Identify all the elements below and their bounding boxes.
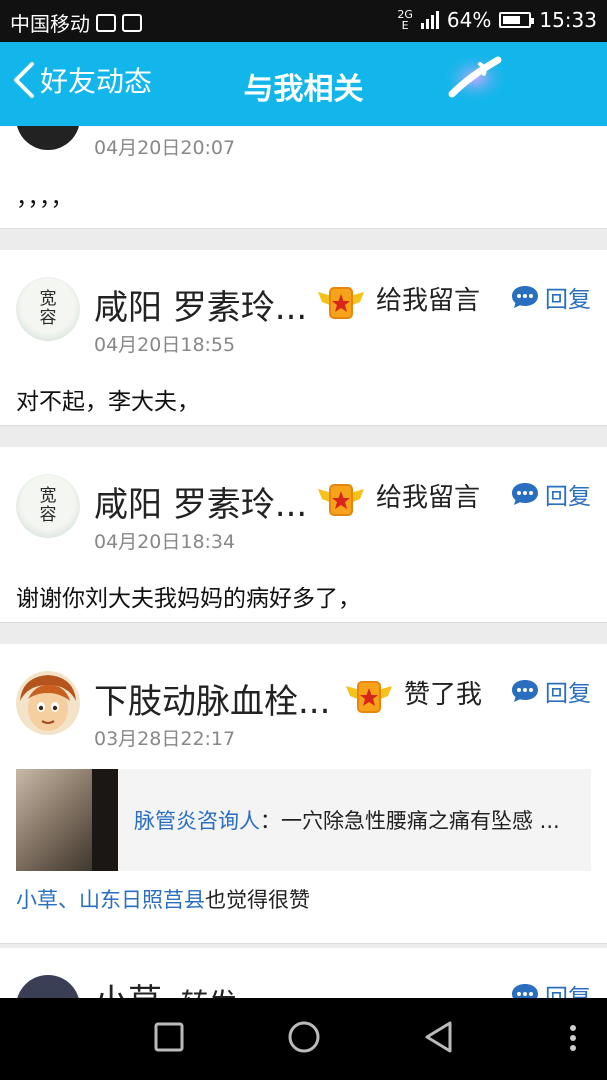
clock: 15:33 <box>539 8 597 32</box>
feed-list[interactable]: 04月20日20:07 ，，，， 宽 容 咸阳 罗素玲... 给我留言 回复 0… <box>0 126 607 998</box>
post-content: ，，，， <box>16 185 74 211</box>
back-nav-icon[interactable] <box>424 1020 454 1054</box>
network-type-indicator: 2G E <box>397 9 413 31</box>
vip-badge-icon <box>318 484 364 516</box>
quoted-post-text: 脉管炎咨询人：一穴除急性腰痛之痛有坠感 ... <box>134 805 560 835</box>
post-content: 对不起，李大夫， <box>16 389 200 415</box>
quoted-post[interactable]: 脉管炎咨询人：一穴除急性腰痛之痛有坠感 ... <box>16 769 591 871</box>
home-icon[interactable] <box>287 1020 321 1054</box>
feed-item[interactable]: 宽 容 咸阳 罗素玲... 给我留言 回复 04月20日18:34 谢谢你刘大夫… <box>0 447 607 623</box>
likes-suffix: 也觉得很赞 <box>205 888 310 912</box>
system-navigation-bar <box>0 998 607 1080</box>
battery-percent: 64% <box>446 8 492 32</box>
avatar-char: 宽 <box>39 289 57 309</box>
avatar-char: 容 <box>39 505 57 525</box>
avatar-char: 宽 <box>39 486 57 506</box>
user-name[interactable]: 小草 <box>94 982 162 998</box>
avatar[interactable] <box>16 975 80 998</box>
post-content: 谢谢你刘大夫我妈妈的病好多了， <box>16 586 361 612</box>
user-name[interactable]: 咸阳 罗素玲... <box>94 477 307 526</box>
avatar[interactable]: 宽 容 <box>16 474 80 538</box>
reply-button[interactable]: 回复 <box>511 978 591 998</box>
page-title: 与我相关 <box>243 72 364 107</box>
recent-apps-icon[interactable] <box>154 1022 184 1052</box>
action-text: 给我留言 <box>376 286 481 316</box>
glow-decoration-icon <box>441 52 509 104</box>
reply-button[interactable]: 回复 <box>511 674 591 708</box>
network-type-bottom: E <box>401 19 409 32</box>
reply-button[interactable]: 回复 <box>511 280 591 314</box>
comment-bubble-icon <box>512 680 538 702</box>
status-bar: 中国移动 2G E 64% 15:33 <box>0 0 607 42</box>
feed-item[interactable]: 04月20日20:07 ，，，， <box>0 126 607 229</box>
more-options-icon[interactable] <box>568 1024 578 1052</box>
user-name[interactable]: 咸阳 罗素玲... <box>94 280 307 329</box>
avatar[interactable]: 宽 容 <box>16 277 80 341</box>
header-bar: 好友动态 与我相关 <box>0 42 607 126</box>
reply-label: 回复 <box>545 985 591 998</box>
feed-item[interactable]: 宽 容 咸阳 罗素玲... 给我留言 回复 04月20日18:55 对不起，李大… <box>0 250 607 426</box>
post-time: 03月28日22:17 <box>94 728 236 750</box>
feed-item[interactable]: 小草 转发 回复 <box>0 948 607 998</box>
reply-label: 回复 <box>545 484 591 510</box>
comment-bubble-icon <box>512 483 538 505</box>
action-text: 赞了我 <box>404 680 483 710</box>
feed-item[interactable]: 下肢动脉血栓... 赞了我 回复 03月28日22:17 脉管炎咨询人：一穴除急… <box>0 644 607 944</box>
action-text: 给我留言 <box>376 483 481 513</box>
avatar[interactable] <box>16 671 80 735</box>
post-time: 04月20日18:34 <box>94 531 236 553</box>
likes-summary: 小草、山东日照莒县也觉得很赞 <box>16 884 310 914</box>
post-time: 04月20日18:55 <box>94 334 236 356</box>
app-notification-icon <box>122 13 142 32</box>
carrier-label: 中国移动 <box>10 12 90 36</box>
post-time: 04月20日20:07 <box>94 137 236 159</box>
comment-bubble-icon <box>512 984 538 998</box>
comment-bubble-icon <box>512 286 538 308</box>
vip-badge-icon <box>346 681 392 713</box>
quoted-author-link[interactable]: 脉管炎咨询人 <box>134 809 260 833</box>
partial-post-heading: 小草 转发 <box>94 974 237 998</box>
gallery-notification-icon <box>96 13 116 32</box>
quoted-post-body: ：一穴除急性腰痛之痛有坠感 ... <box>260 809 560 833</box>
avatar-char: 容 <box>39 308 57 328</box>
quoted-post-thumbnail[interactable] <box>16 769 118 871</box>
reply-button[interactable]: 回复 <box>511 477 591 511</box>
avatar[interactable] <box>16 126 80 150</box>
likers-link[interactable]: 小草、山东日照莒县 <box>16 888 205 912</box>
signal-icon <box>420 11 439 29</box>
reply-label: 回复 <box>545 287 591 313</box>
vip-badge-icon <box>318 287 364 319</box>
battery-icon <box>499 12 535 28</box>
action-text: 转发 <box>181 987 237 998</box>
user-name[interactable]: 下肢动脉血栓... <box>94 674 330 723</box>
reply-label: 回复 <box>545 681 591 707</box>
